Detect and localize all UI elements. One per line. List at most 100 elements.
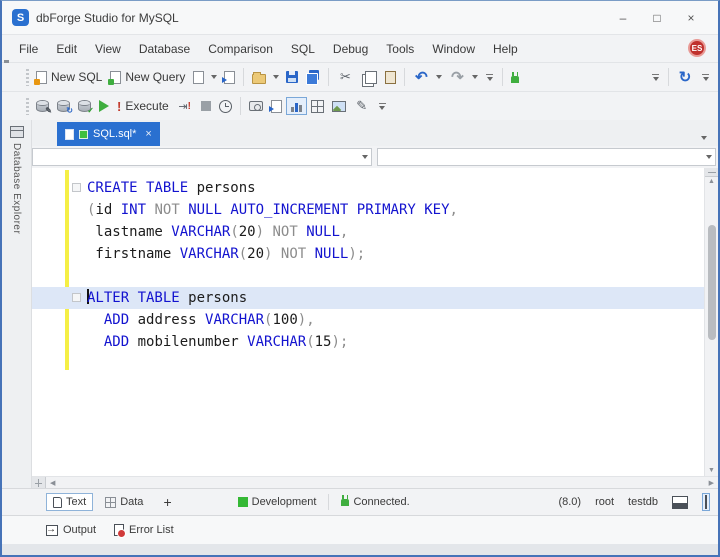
vertical-scroll-thumb[interactable] bbox=[708, 225, 716, 340]
new-query-button[interactable]: New Query bbox=[106, 68, 189, 86]
import-script-button[interactable] bbox=[267, 98, 286, 115]
split-view-button[interactable] bbox=[672, 496, 688, 509]
sql-toolbar-overflow-button[interactable] bbox=[379, 103, 386, 110]
menu-database[interactable]: Database bbox=[130, 38, 199, 60]
code-area[interactable]: CREATE TABLE persons(id INT NOT NULL AUT… bbox=[32, 177, 704, 353]
scroll-down-icon[interactable]: ▼ bbox=[708, 466, 715, 476]
refresh-database-button[interactable] bbox=[53, 98, 74, 114]
code-line[interactable]: ADD address VARCHAR(100), bbox=[32, 309, 704, 331]
fold-marker-icon[interactable] bbox=[72, 293, 81, 302]
toolbar-grip[interactable] bbox=[26, 69, 29, 86]
new-from-template-button[interactable] bbox=[220, 69, 239, 86]
navigation-bar bbox=[32, 146, 718, 168]
new-document-dropdown[interactable] bbox=[211, 75, 217, 79]
menu-edit[interactable]: Edit bbox=[47, 38, 86, 60]
redo-icon bbox=[449, 69, 465, 85]
database-explorer-tab[interactable]: Database Explorer bbox=[2, 120, 32, 488]
refresh-button[interactable] bbox=[673, 67, 697, 87]
statusbar-user[interactable]: root bbox=[595, 496, 614, 508]
members-combobox-arrow-icon[interactable] bbox=[706, 155, 712, 159]
edit-database-button[interactable] bbox=[32, 98, 53, 114]
new-document-button[interactable] bbox=[189, 69, 208, 86]
toolbar-overflow-button[interactable] bbox=[486, 74, 493, 81]
new-sql-button[interactable]: New SQL bbox=[32, 68, 106, 86]
menu-comparison[interactable]: Comparison bbox=[199, 38, 282, 60]
tab-close-icon[interactable]: × bbox=[145, 128, 151, 140]
cut-button[interactable] bbox=[333, 67, 357, 87]
redo-dropdown[interactable] bbox=[472, 75, 478, 79]
menu-debug[interactable]: Debug bbox=[324, 38, 377, 60]
menu-help[interactable]: Help bbox=[484, 38, 527, 60]
code-line[interactable]: ALTER TABLE persons bbox=[32, 287, 704, 309]
menu-file[interactable]: File bbox=[10, 38, 47, 60]
validate-database-button[interactable] bbox=[74, 98, 95, 114]
maximize-button[interactable]: □ bbox=[640, 6, 674, 30]
members-combobox[interactable] bbox=[377, 148, 717, 166]
run-button[interactable] bbox=[95, 98, 113, 114]
edit-snippet-button[interactable] bbox=[350, 96, 374, 116]
layout-button[interactable] bbox=[307, 98, 328, 115]
menu-sql[interactable]: SQL bbox=[282, 38, 324, 60]
save-button[interactable] bbox=[282, 69, 302, 85]
code-line[interactable]: (id INT NOT NULL AUTO_INCREMENT PRIMARY … bbox=[32, 199, 704, 221]
error-list-tab[interactable]: Error List bbox=[114, 524, 174, 536]
splitter-handle[interactable] bbox=[705, 168, 718, 177]
sql-document-icon bbox=[65, 129, 74, 140]
toolbar2-overflow-button[interactable] bbox=[652, 74, 659, 81]
code-line[interactable]: ADD mobilenumber VARCHAR(15); bbox=[32, 331, 704, 353]
open-file-dropdown[interactable] bbox=[273, 75, 279, 79]
execute-button[interactable]: ! Execute bbox=[113, 97, 173, 116]
text-view-tab[interactable]: Text bbox=[46, 493, 93, 511]
data-view-tab[interactable]: Data bbox=[99, 494, 149, 510]
tab-list-dropdown[interactable] bbox=[701, 136, 707, 140]
code-line[interactable]: firstname VARCHAR(20) NOT NULL); bbox=[32, 243, 704, 265]
stop-button[interactable] bbox=[197, 99, 215, 113]
account-badge[interactable]: ES bbox=[688, 39, 706, 57]
horizontal-splitter-handle[interactable] bbox=[32, 477, 46, 488]
close-button[interactable]: × bbox=[674, 6, 708, 30]
output-tab[interactable]: Output bbox=[46, 524, 96, 536]
full-view-button[interactable] bbox=[702, 493, 710, 511]
code-line[interactable]: lastname VARCHAR(20) NOT NULL, bbox=[32, 221, 704, 243]
undo-dropdown[interactable] bbox=[436, 75, 442, 79]
fold-marker-icon[interactable] bbox=[72, 183, 81, 192]
add-view-button[interactable]: + bbox=[155, 494, 179, 510]
undo-button[interactable] bbox=[409, 67, 433, 87]
statusbar-database[interactable]: testdb bbox=[628, 496, 658, 508]
refresh-overflow-button[interactable] bbox=[702, 74, 709, 81]
open-file-button[interactable] bbox=[248, 69, 270, 86]
copy-button[interactable] bbox=[357, 69, 381, 86]
horizontal-scrollbar[interactable]: ◀ ▶ bbox=[32, 476, 718, 488]
menu-tools[interactable]: Tools bbox=[377, 38, 423, 60]
redo-button[interactable] bbox=[445, 67, 469, 87]
code-line[interactable] bbox=[32, 265, 704, 287]
standard-toolbar: New SQL New Query bbox=[2, 62, 718, 91]
vertical-scrollbar[interactable]: ▲ ▼ bbox=[704, 168, 718, 476]
scroll-right-icon[interactable]: ▶ bbox=[705, 479, 718, 487]
sql-toolbar-grip[interactable] bbox=[26, 98, 29, 115]
fold-gutter bbox=[72, 227, 81, 236]
save-all-button[interactable] bbox=[302, 68, 324, 86]
snapshot-button[interactable] bbox=[245, 99, 267, 113]
sql-editor[interactable]: CREATE TABLE persons(id INT NOT NULL AUT… bbox=[32, 168, 704, 476]
execute-to-cursor-button[interactable]: ⇥! bbox=[173, 96, 197, 116]
minimize-button[interactable]: – bbox=[606, 6, 640, 30]
scroll-left-icon[interactable]: ◀ bbox=[46, 479, 59, 487]
tab-sql-sql[interactable]: SQL.sql* × bbox=[57, 122, 160, 146]
environment-category[interactable]: Development bbox=[232, 494, 323, 510]
app-window: S dbForge Studio for MySQL – □ × File Ed… bbox=[0, 0, 720, 557]
connection-status[interactable]: Connected. bbox=[335, 494, 415, 510]
menu-view[interactable]: View bbox=[86, 38, 130, 60]
menu-window[interactable]: Window bbox=[423, 38, 484, 60]
types-combobox-arrow-icon[interactable] bbox=[362, 155, 368, 159]
window-resize-edge[interactable] bbox=[2, 544, 718, 556]
history-button[interactable] bbox=[215, 98, 236, 115]
paste-button[interactable] bbox=[381, 69, 400, 86]
types-combobox[interactable] bbox=[32, 148, 372, 166]
code-line[interactable]: CREATE TABLE persons bbox=[32, 177, 704, 199]
scroll-up-icon[interactable]: ▲ bbox=[708, 177, 715, 187]
new-connection-button[interactable] bbox=[507, 70, 523, 85]
diagram-button[interactable] bbox=[328, 99, 350, 114]
paste-icon bbox=[385, 71, 396, 84]
query-profiler-toggle[interactable] bbox=[286, 97, 307, 115]
